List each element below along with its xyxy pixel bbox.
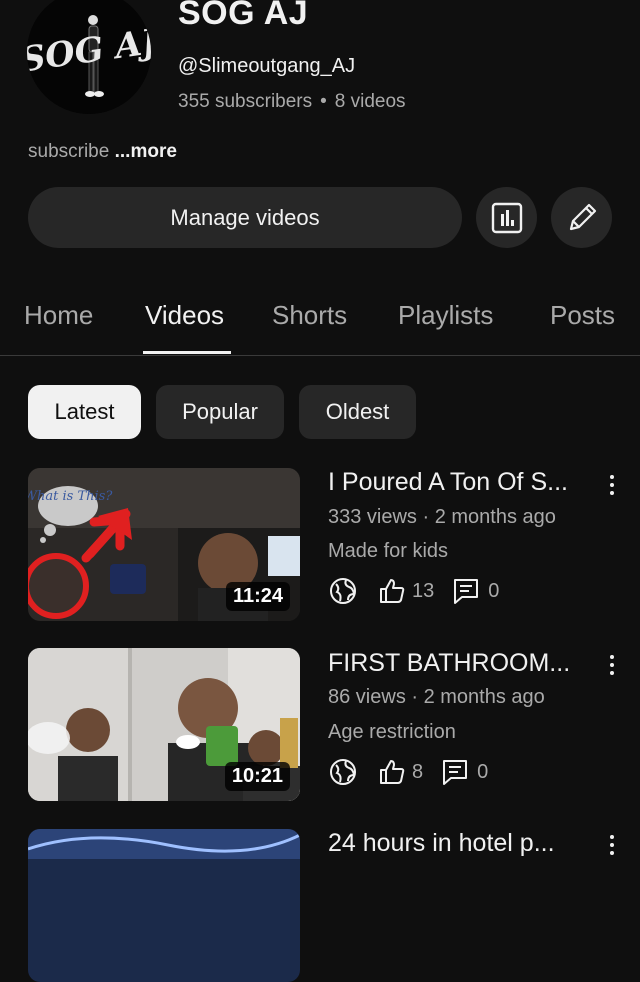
- channel-stats: 355 subscribers • 8 videos: [178, 91, 406, 113]
- comment-icon: [452, 577, 480, 605]
- tab-posts[interactable]: Posts: [550, 300, 615, 331]
- video-more-button[interactable]: [600, 830, 624, 860]
- edit-channel-button[interactable]: [551, 187, 612, 248]
- kebab-icon: [610, 835, 614, 839]
- svg-text:What is This?: What is This?: [28, 489, 113, 504]
- thumbnail-image: [28, 829, 300, 982]
- channel-name: SOG AJ: [178, 0, 309, 32]
- comment-icon: [441, 758, 469, 786]
- subscriber-count: 355 subscribers: [178, 91, 313, 112]
- video-duration: 10:21: [224, 762, 290, 791]
- chip-latest[interactable]: Latest: [28, 385, 141, 439]
- channel-avatar[interactable]: SOG AJ: [27, 0, 151, 114]
- tab-playlists[interactable]: Playlists: [398, 300, 493, 331]
- globe-icon: [328, 576, 358, 606]
- comment-count: 0: [477, 760, 489, 783]
- video-tag: Age restriction: [328, 721, 456, 743]
- video-more-button[interactable]: [600, 650, 624, 680]
- video-meta: 333 views · 2 months ago: [328, 506, 556, 528]
- video-duration: 11:24: [225, 582, 290, 611]
- analytics-button[interactable]: [476, 187, 537, 248]
- video-title[interactable]: I Poured A Ton Of S...: [328, 468, 568, 497]
- tab-shorts[interactable]: Shorts: [272, 300, 347, 331]
- tabs-divider: [0, 355, 640, 356]
- kebab-icon: [610, 475, 614, 479]
- video-count: 8 videos: [334, 91, 406, 112]
- kebab-icon: [610, 655, 614, 659]
- active-tab-indicator: [143, 351, 231, 354]
- thumbs-up-icon: [378, 577, 406, 605]
- video-title[interactable]: FIRST BATHROOM...: [328, 649, 570, 678]
- pencil-icon: [569, 203, 596, 230]
- video-title[interactable]: 24 hours in hotel p...: [328, 829, 555, 858]
- video-more-button[interactable]: [600, 470, 624, 500]
- globe-icon: [328, 757, 358, 787]
- video-stats: 8 0: [328, 755, 488, 789]
- thumbs-up-icon: [378, 758, 406, 786]
- channel-description[interactable]: subscribe ...more: [28, 141, 177, 163]
- video-meta: 86 views · 2 months ago: [328, 686, 545, 708]
- video-tag: Made for kids: [328, 540, 449, 562]
- analytics-icon: [491, 202, 522, 233]
- channel-handle: @Slimeoutgang_AJ: [178, 55, 356, 77]
- channel-tabs: Home Videos Shorts Playlists Posts: [0, 290, 640, 356]
- like-count: 8: [412, 760, 424, 783]
- video-thumbnail[interactable]: [28, 829, 300, 982]
- video-thumbnail[interactable]: 10:21: [28, 648, 300, 801]
- description-text: subscribe: [28, 141, 110, 162]
- chip-popular[interactable]: Popular: [156, 385, 284, 439]
- video-stats: 13 0: [328, 574, 499, 608]
- video-thumbnail[interactable]: What is This? 11:24: [28, 468, 300, 621]
- separator-dot: •: [320, 91, 327, 112]
- avatar-logo: SOG AJ: [27, 0, 151, 114]
- manage-videos-button[interactable]: Manage videos: [28, 187, 462, 248]
- like-count: 13: [412, 579, 435, 602]
- chip-oldest[interactable]: Oldest: [299, 385, 416, 439]
- tab-videos[interactable]: Videos: [145, 300, 224, 331]
- tab-home[interactable]: Home: [24, 300, 93, 331]
- comment-count: 0: [488, 579, 500, 602]
- more-link[interactable]: ...more: [115, 141, 177, 162]
